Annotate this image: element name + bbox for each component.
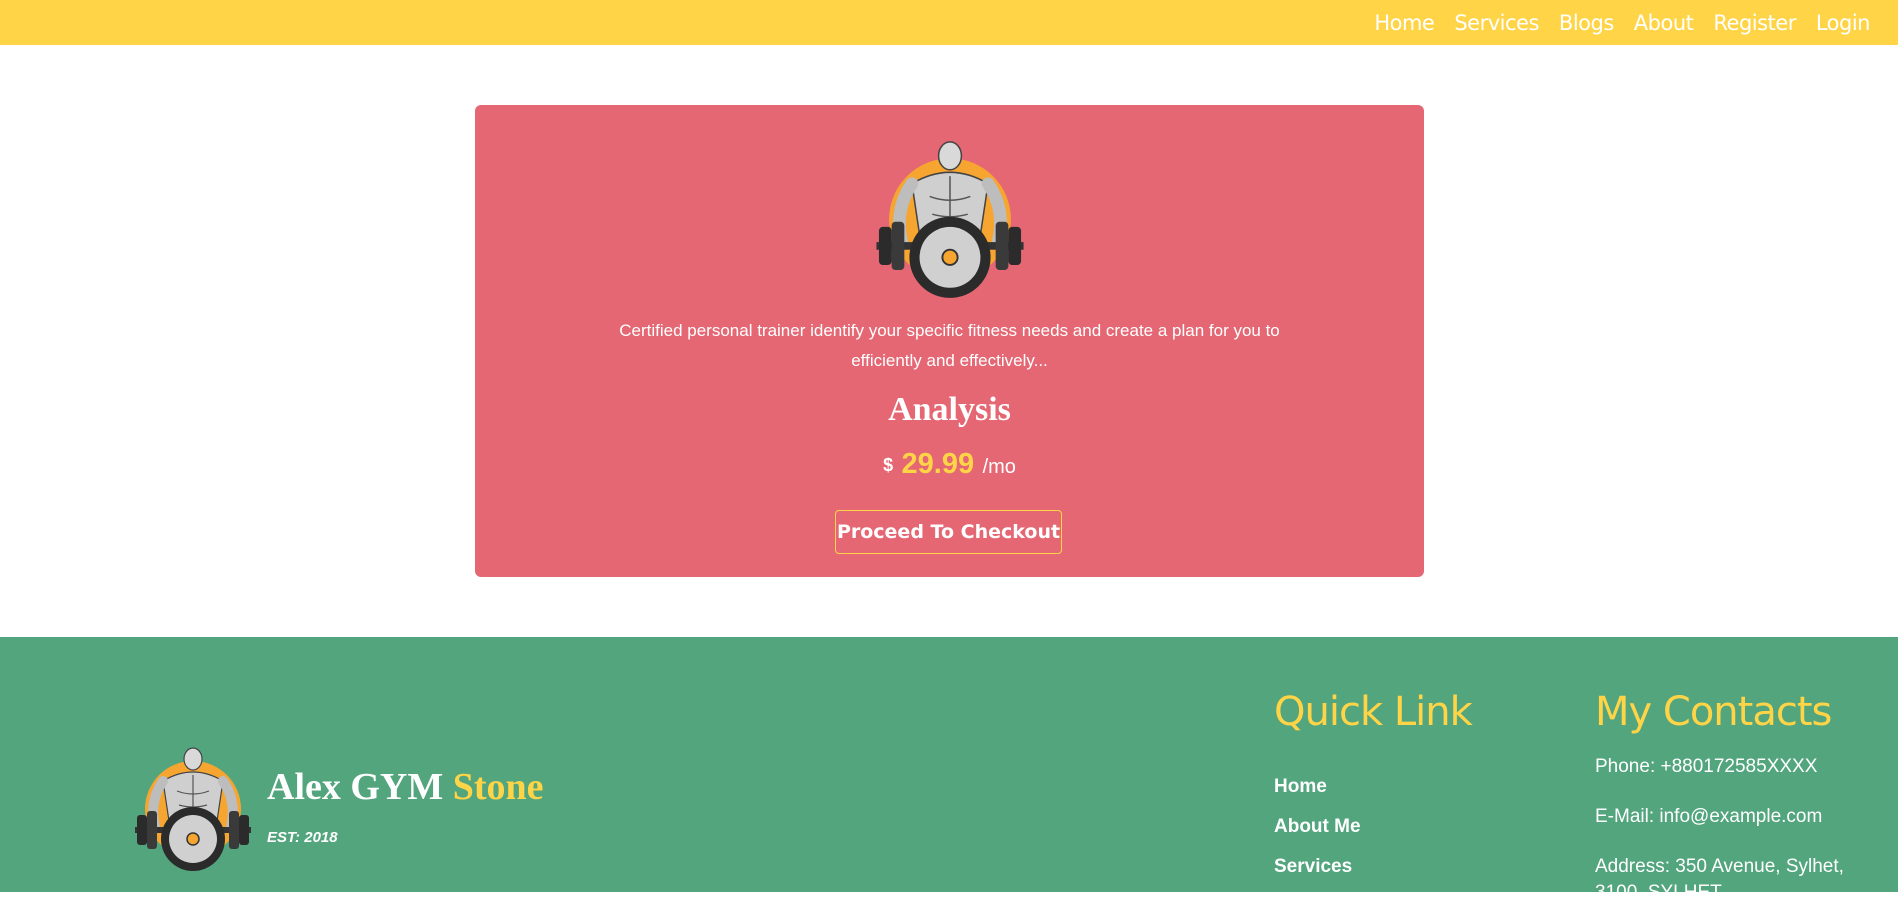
strongman-logo-icon [135, 747, 251, 871]
card-price: $ 29.99 /mo [475, 448, 1424, 481]
contact-phone: Phone: +880172585XXXX [1595, 756, 1818, 777]
quick-link-heading: Quick Link [1274, 689, 1473, 735]
contact-address: Address: 350 Avenue, Sylhet, 3100, SYLHE… [1595, 856, 1844, 903]
price-amount: 29.99 [901, 448, 975, 480]
nav-links: Home Services Blogs About Register Login [1374, 0, 1870, 45]
card-description: Certified personal trainer identify your… [619, 321, 1280, 370]
brand-name-accent: Stone [452, 766, 544, 808]
contact-email: E-Mail: info@example.com [1595, 806, 1823, 827]
service-card: Certified personal trainer identify your… [475, 105, 1424, 577]
quick-link-about-me[interactable]: About Me [1274, 817, 1361, 857]
navbar: Home Services Blogs About Register Login [0, 0, 1898, 45]
price-currency: $ [883, 455, 894, 475]
nav-link-login[interactable]: Login [1816, 11, 1871, 35]
nav-link-about[interactable]: About [1634, 11, 1694, 35]
card-title: Analysis [888, 391, 1011, 428]
quick-link-home[interactable]: Home [1274, 777, 1361, 817]
strongman-logo-icon [876, 141, 1024, 298]
brand-name: Alex GYM Stone [267, 765, 544, 809]
contacts-heading: My Contacts [1595, 689, 1832, 735]
quick-link-list: Home About Me Services [1274, 777, 1361, 897]
checkout-button[interactable]: Proceed To Checkout [835, 510, 1062, 554]
quick-link-services[interactable]: Services [1274, 857, 1361, 897]
nav-link-services[interactable]: Services [1454, 11, 1539, 35]
nav-link-home[interactable]: Home [1374, 11, 1435, 35]
brand-name-main: Alex GYM [267, 766, 444, 808]
price-period: /mo [982, 456, 1016, 478]
nav-link-blogs[interactable]: Blogs [1559, 11, 1614, 35]
brand-established: EST: 2018 [267, 829, 338, 846]
nav-link-register[interactable]: Register [1713, 11, 1796, 35]
footer: Alex GYM Stone EST: 2018 Quick Link Home… [0, 637, 1898, 903]
